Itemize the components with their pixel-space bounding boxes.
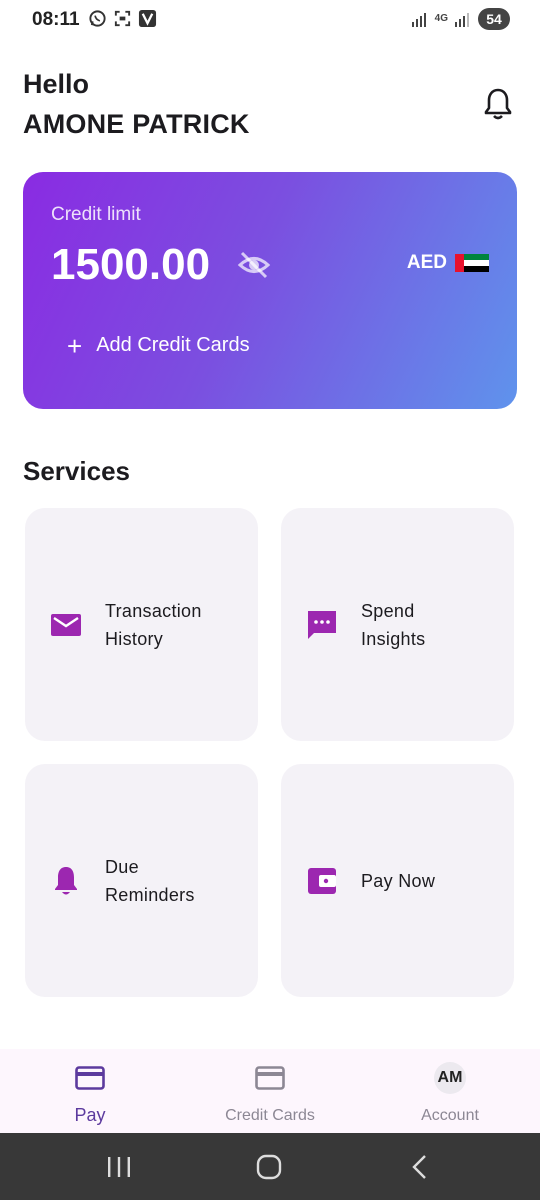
nav-label: Credit Cards <box>225 1107 315 1124</box>
nav-label: Pay <box>74 1105 106 1125</box>
credit-limit-amount: 1500.00 <box>51 240 211 289</box>
uae-flag-icon <box>455 254 489 272</box>
add-credit-cards-label: Add Credit Cards <box>96 334 250 356</box>
service-pay-now[interactable]: Pay Now <box>281 764 514 997</box>
wallet-icon <box>308 867 336 894</box>
chat-bubble-icon <box>308 610 336 639</box>
nav-label: Account <box>421 1107 479 1124</box>
nav-item-pay[interactable]: Pay <box>0 1049 180 1133</box>
notifications-button[interactable] <box>478 84 518 124</box>
services-title: Services <box>23 456 130 486</box>
status-time: 08:11 <box>32 9 80 30</box>
eye-off-icon[interactable] <box>237 248 271 282</box>
service-spend-insights[interactable]: Spend Insights <box>281 508 514 741</box>
bottom-navigation: Pay Credit Cards AM Account <box>0 1049 540 1133</box>
credit-limit-label: Credit limit <box>51 204 141 225</box>
back-icon[interactable] <box>405 1153 435 1181</box>
greeting: Hello <box>23 69 90 99</box>
whatsapp-icon <box>89 10 106 27</box>
service-due-reminders[interactable]: Due Reminders <box>25 764 258 997</box>
nav-item-account[interactable]: AM Account <box>360 1049 540 1133</box>
recent-apps-icon[interactable] <box>104 1153 134 1181</box>
add-credit-cards-button[interactable]: + Add Credit Cards <box>67 330 250 361</box>
home-icon[interactable] <box>254 1153 284 1181</box>
credit-card-icon <box>75 1066 105 1090</box>
service-label: Transaction History <box>105 600 202 649</box>
system-navigation-bar <box>0 1133 540 1200</box>
mail-icon <box>51 613 81 636</box>
signal-icon <box>411 13 426 27</box>
status-notification-icons <box>88 9 157 28</box>
nav-item-credit-cards[interactable]: Credit Cards <box>180 1049 360 1133</box>
screenshot-icon <box>114 10 131 27</box>
user-name: AMONE PATRICK <box>23 109 250 139</box>
currency-indicator: AED <box>407 252 489 274</box>
service-label: Spend Insights <box>361 600 426 649</box>
service-transaction-history[interactable]: Transaction History <box>25 508 258 741</box>
service-label: Due Reminders <box>105 856 195 905</box>
service-label: Pay Now <box>361 870 436 891</box>
status-bar: 08:11 4G 54 <box>0 0 540 40</box>
bell-icon <box>55 866 77 894</box>
plus-icon: + <box>67 330 83 361</box>
avatar: AM <box>434 1062 466 1094</box>
signal-icon <box>455 13 469 27</box>
vpn-icon <box>138 9 157 28</box>
status-system-icons: 4G 54 <box>411 8 510 30</box>
network-type-label: 4G <box>434 13 448 24</box>
credit-limit-card: Credit limit 1500.00 AED + Add Credit Ca… <box>23 172 517 409</box>
bell-icon <box>484 88 512 120</box>
credit-card-icon <box>255 1066 285 1090</box>
battery-icon: 54 <box>478 8 510 30</box>
currency-code: AED <box>406 252 447 273</box>
